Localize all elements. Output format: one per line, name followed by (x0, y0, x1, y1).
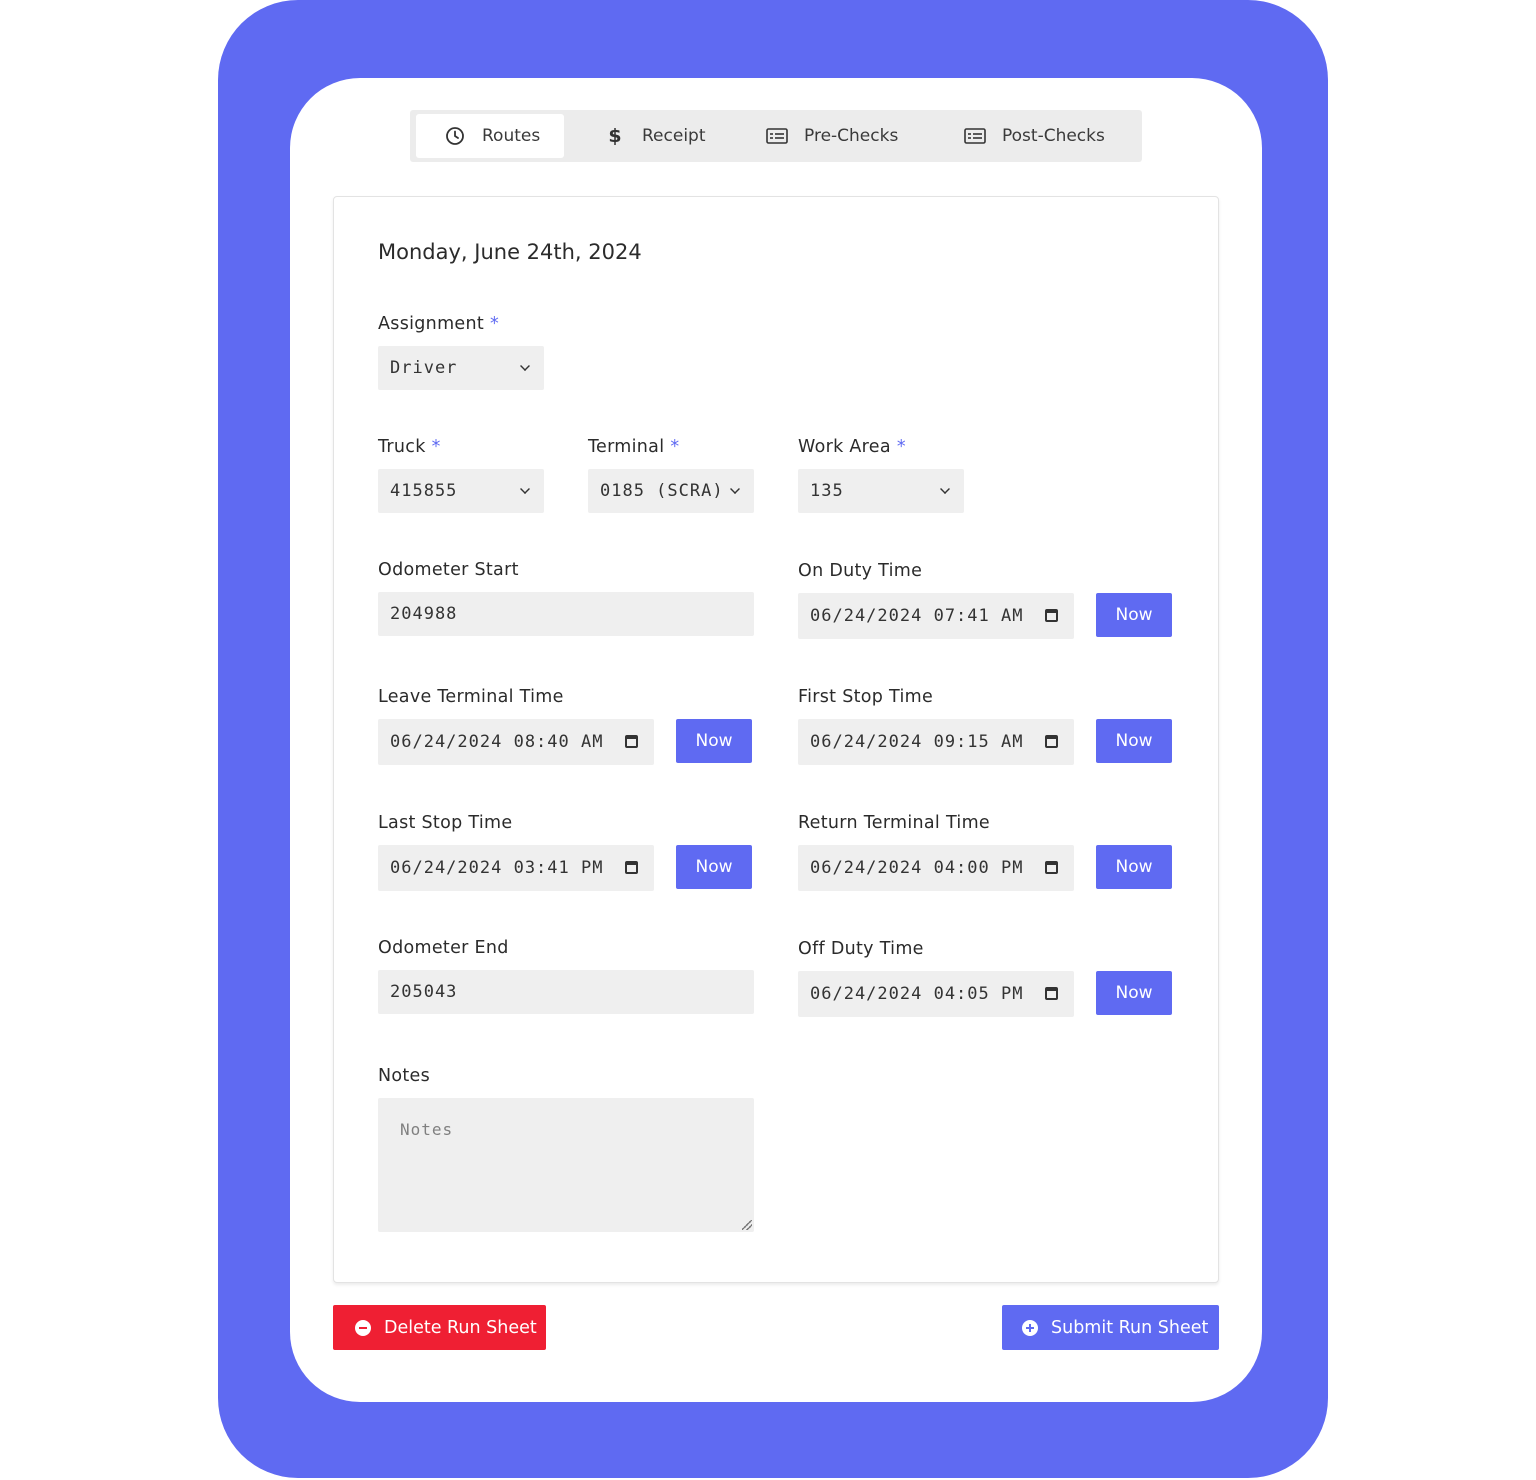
calendar-icon[interactable] (625, 861, 638, 874)
odometer-end-input[interactable]: 205043 (378, 970, 754, 1014)
first-stop-time-input[interactable]: 06/24/2024 09:15 AM (798, 719, 1074, 765)
odometer-start-input[interactable]: 204988 (378, 592, 754, 636)
resize-handle-icon[interactable] (742, 1220, 752, 1230)
work-area-label: Work Area * (798, 437, 906, 457)
on-duty-time-label: On Duty Time (798, 561, 923, 581)
on-duty-time-input[interactable]: 06/24/2024 07:41 AM (798, 593, 1074, 639)
leave-terminal-now-button[interactable]: Now (676, 719, 752, 763)
truck-select[interactable]: 415855 (378, 469, 544, 513)
calendar-icon[interactable] (1045, 861, 1058, 874)
leave-terminal-time-input[interactable]: 06/24/2024 08:40 AM (378, 719, 654, 765)
tab-routes[interactable]: Routes (416, 114, 564, 158)
return-terminal-time-label: Return Terminal Time (798, 813, 990, 833)
calendar-icon[interactable] (1045, 735, 1058, 748)
required-marker: * (490, 314, 500, 334)
notes-label: Notes (378, 1066, 431, 1086)
first-stop-now-button[interactable]: Now (1096, 719, 1172, 763)
last-stop-now-button[interactable]: Now (676, 845, 752, 889)
tab-routes-label: Routes (482, 126, 541, 146)
plus-circle-icon (1022, 1319, 1038, 1336)
chevron-down-icon (730, 484, 740, 494)
on-duty-now-button[interactable]: Now (1096, 593, 1172, 637)
chevron-down-icon (940, 484, 950, 494)
off-duty-time-label: Off Duty Time (798, 939, 924, 959)
odometer-end-label: Odometer End (378, 938, 509, 958)
checklist-icon (766, 125, 788, 147)
tab-receipt-label: Receipt (642, 126, 706, 146)
truck-label: Truck * (378, 437, 441, 457)
minus-circle-icon (355, 1319, 371, 1336)
notes-placeholder: Notes (400, 1120, 454, 1139)
delete-run-sheet-button[interactable]: Delete Run Sheet (333, 1305, 546, 1350)
tab-post-checks[interactable]: Post-Checks (964, 114, 1140, 158)
calendar-icon[interactable] (1045, 987, 1058, 1000)
checklist-icon (964, 125, 986, 147)
calendar-icon[interactable] (1045, 609, 1058, 622)
required-marker: * (896, 437, 906, 457)
assignment-select[interactable]: Driver (378, 346, 544, 390)
required-marker: * (431, 437, 441, 457)
tab-pre-checks-label: Pre-Checks (804, 126, 899, 146)
tab-bar: Routes $ Receipt Pre-Checks Post-Checks (410, 110, 1142, 162)
last-stop-time-input[interactable]: 06/24/2024 03:41 PM (378, 845, 654, 891)
off-duty-now-button[interactable]: Now (1096, 971, 1172, 1015)
calendar-icon[interactable] (625, 735, 638, 748)
page-title: Monday, June 24th, 2024 (378, 240, 642, 264)
notes-textarea[interactable]: Notes (378, 1098, 754, 1232)
work-area-select[interactable]: 135 (798, 469, 964, 513)
clock-icon (444, 125, 466, 147)
first-stop-time-label: First Stop Time (798, 687, 934, 707)
tab-pre-checks[interactable]: Pre-Checks (766, 114, 936, 158)
required-marker: * (670, 437, 680, 457)
leave-terminal-time-label: Leave Terminal Time (378, 687, 564, 707)
dollar-icon: $ (608, 125, 622, 147)
last-stop-time-label: Last Stop Time (378, 813, 513, 833)
terminal-label: Terminal * (588, 437, 680, 457)
off-duty-time-input[interactable]: 06/24/2024 04:05 PM (798, 971, 1074, 1017)
return-terminal-time-input[interactable]: 06/24/2024 04:00 PM (798, 845, 1074, 891)
return-terminal-now-button[interactable]: Now (1096, 845, 1172, 889)
assignment-label: Assignment * (378, 314, 500, 334)
chevron-down-icon (520, 361, 530, 371)
tab-receipt[interactable]: $ Receipt (600, 114, 740, 158)
odometer-start-label: Odometer Start (378, 560, 519, 580)
terminal-select[interactable]: 0185 (SCRA) (588, 469, 754, 513)
submit-run-sheet-button[interactable]: Submit Run Sheet (1002, 1305, 1219, 1350)
chevron-down-icon (520, 484, 530, 494)
tab-post-checks-label: Post-Checks (1002, 126, 1105, 146)
